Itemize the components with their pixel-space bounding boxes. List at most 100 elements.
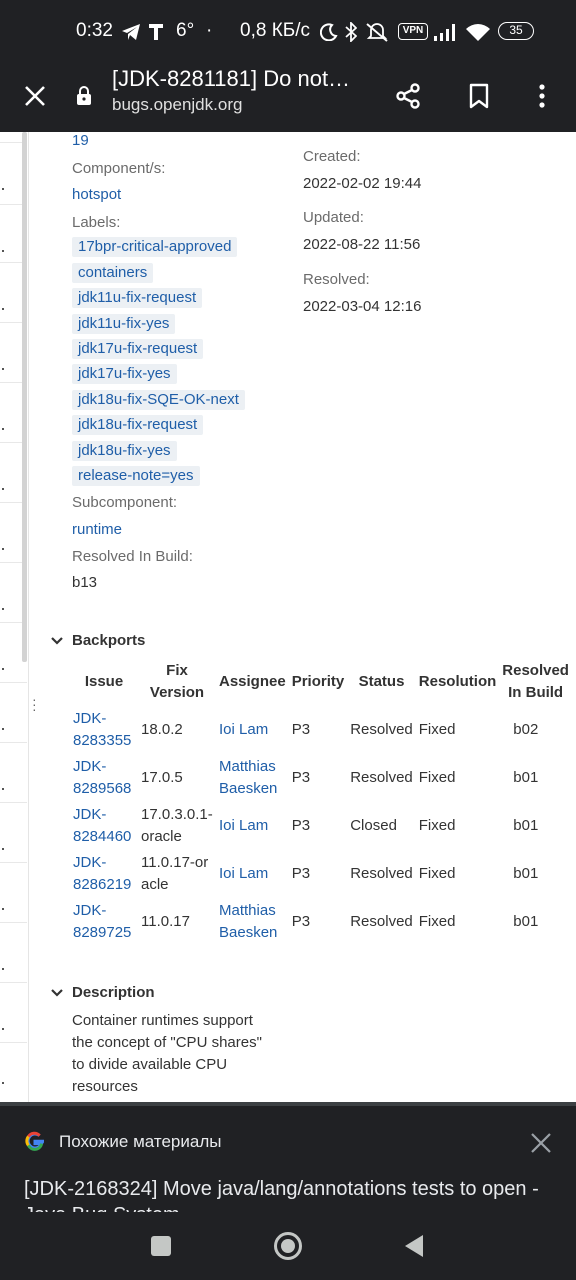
label-tag[interactable]: release-note=yes <box>72 466 200 486</box>
backports-section-toggle[interactable]: Backports <box>50 632 145 649</box>
assignee-link[interactable]: Ioi Lam <box>216 706 289 754</box>
battery-indicator: 35 <box>498 22 534 40</box>
navigation-bar <box>0 1212 576 1280</box>
recents-icon[interactable] <box>137 1222 185 1270</box>
resolved-build-label: Resolved In Build: <box>72 548 193 565</box>
fix-version-cell: 17.0.5 <box>141 769 183 786</box>
page-title[interactable]: [JDK-8281181] Do not… <box>112 66 364 92</box>
chevron-down-icon <box>50 986 64 1000</box>
component-value[interactable]: hotspot <box>72 186 121 203</box>
label-tag[interactable]: jdk18u-fix-SQE-OK-next <box>72 390 245 410</box>
description-title: Description <box>72 984 155 1001</box>
column-header[interactable]: Resolution <box>416 658 500 706</box>
status-cell: Resolved <box>350 721 413 738</box>
status-speed: 0,8 КБ/с <box>240 20 311 41</box>
resolution-cell: Fixed <box>418 913 456 930</box>
drag-handle-icon[interactable]: · · · <box>32 692 37 716</box>
status-cell: Resolved <box>350 913 413 930</box>
description-section-toggle[interactable]: Description <box>50 984 155 1001</box>
label-tag[interactable]: 17bpr-critical-approved <box>72 237 238 257</box>
fix-version-cell: 11.0.17 <box>141 913 190 930</box>
priority-cell: P3 <box>291 721 311 738</box>
label-tag[interactable]: containers <box>72 263 154 283</box>
bookmark-icon[interactable] <box>455 72 503 120</box>
column-header[interactable]: Fix Version <box>138 658 216 706</box>
table-row: JDK-8289568 17.0.5 Matthias Baesken P3 R… <box>70 754 572 802</box>
table-header-row: Issue Fix Version Assignee Priority Stat… <box>70 658 572 706</box>
issue-link[interactable]: JDK-8283355 <box>70 706 138 754</box>
share-icon[interactable] <box>384 72 432 120</box>
resolution-cell: Fixed <box>418 769 456 786</box>
label-tag[interactable]: jdk11u-fix-yes <box>72 314 176 334</box>
table-row: JDK-8283355 18.0.2 Ioi Lam P3 Resolved F… <box>70 706 572 754</box>
moon-icon <box>318 20 340 44</box>
close-icon[interactable] <box>524 1126 558 1160</box>
created-label: Created: <box>303 148 361 165</box>
assignee-link[interactable]: Ioi Lam <box>216 850 289 898</box>
priority-cell: P3 <box>291 913 311 930</box>
fix-version-value[interactable]: 19 <box>72 132 89 149</box>
updated-value: 2022-08-22 11:56 <box>303 236 421 253</box>
t-icon <box>146 20 166 44</box>
created-value: 2022-02-02 19:44 <box>303 175 422 192</box>
home-icon[interactable] <box>264 1222 312 1270</box>
column-header[interactable]: Assignee <box>216 658 289 706</box>
assignee-link[interactable]: Matthias Baesken <box>216 754 289 802</box>
label-tag[interactable]: jdk18u-fix-yes <box>72 441 177 461</box>
subcomponent-label: Subcomponent: <box>72 494 178 511</box>
fix-version-cell: 18.0.2 <box>141 721 183 738</box>
backports-title: Backports <box>72 632 146 649</box>
priority-cell: P3 <box>291 817 311 834</box>
status-time: 0:32 <box>76 20 113 41</box>
labels-label: Labels: <box>72 214 121 231</box>
status-dot: · <box>206 20 213 41</box>
subcomponent-value[interactable]: runtime <box>72 521 122 538</box>
resolved-label: Resolved: <box>303 271 370 288</box>
label-tag[interactable]: jdk17u-fix-request <box>72 339 204 359</box>
build-cell: b01 <box>513 913 539 930</box>
backports-table: Issue Fix Version Assignee Priority Stat… <box>70 658 572 946</box>
suggestion-link[interactable]: [JDK-2168324] Move java/lang/annotations… <box>24 1176 564 1212</box>
fix-version-cell: 17.0.3.0.1-oracle <box>141 806 213 845</box>
resolved-build-value: b13 <box>72 574 98 591</box>
chevron-down-icon <box>50 634 64 648</box>
mute-icon <box>364 20 390 44</box>
scrollbar[interactable] <box>22 132 27 662</box>
table-row: JDK-8286219 11.0.17-oracle Ioi Lam P3 Re… <box>70 850 572 898</box>
table-row: JDK-8284460 17.0.3.0.1-oracle Ioi Lam P3… <box>70 802 572 850</box>
column-header[interactable]: Priority <box>289 658 348 706</box>
issue-link[interactable]: JDK-8286219 <box>70 850 138 898</box>
build-cell: b01 <box>513 817 539 834</box>
more-icon[interactable] <box>518 72 566 120</box>
priority-cell: P3 <box>291 769 311 786</box>
resolution-cell: Fixed <box>418 865 456 882</box>
build-cell: b01 <box>513 865 539 882</box>
issue-link[interactable]: JDK-8289568 <box>70 754 138 802</box>
back-icon[interactable] <box>390 1222 438 1270</box>
column-header[interactable]: Status <box>347 658 416 706</box>
column-header[interactable]: Resolved In Build <box>499 658 572 706</box>
lock-icon[interactable] <box>66 72 102 120</box>
status-temperature: 6° <box>176 20 195 41</box>
wifi-icon <box>464 20 492 44</box>
resolution-cell: Fixed <box>418 721 456 738</box>
updated-label: Updated: <box>303 209 364 226</box>
build-cell: b02 <box>513 721 539 738</box>
signal-icon <box>432 20 460 44</box>
label-tag[interactable]: jdk17u-fix-yes <box>72 364 177 384</box>
label-tag[interactable]: jdk18u-fix-request <box>72 415 204 435</box>
assignee-link[interactable]: Matthias Baesken <box>216 898 289 946</box>
close-icon[interactable] <box>11 72 59 120</box>
page-content[interactable]: · · · 19 Component/s: hotspot Labels: 17bp… <box>0 132 576 1102</box>
fix-version-cell: 11.0.17-oracle <box>141 854 209 893</box>
suggestions-heading: Похожие материалы <box>59 1132 222 1151</box>
status-cell: Resolved <box>350 769 413 786</box>
page-url[interactable]: bugs.openjdk.org <box>112 95 242 115</box>
issue-link[interactable]: JDK-8289725 <box>70 898 138 946</box>
assignee-link[interactable]: Ioi Lam <box>216 802 289 850</box>
column-header[interactable]: Issue <box>70 658 138 706</box>
telegram-icon <box>120 20 142 44</box>
issue-link[interactable]: JDK-8284460 <box>70 802 138 850</box>
label-tag[interactable]: jdk11u-fix-request <box>72 288 203 308</box>
vpn-badge: VPN <box>398 23 428 40</box>
